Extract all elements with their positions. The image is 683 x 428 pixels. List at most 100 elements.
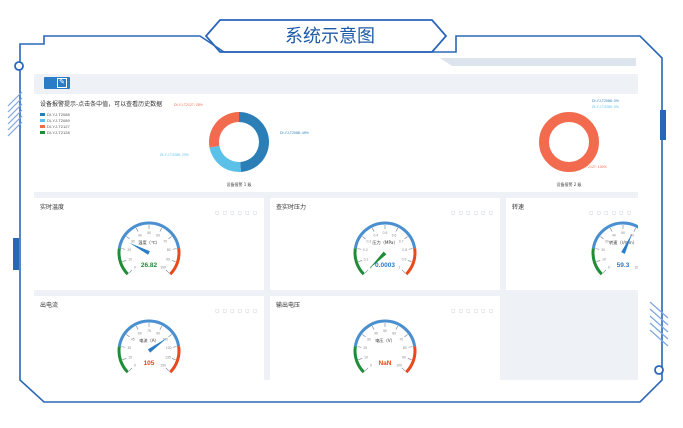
gauge-tick: [364, 367, 369, 372]
gauge-pressure: 00.10.20.30.40.50.60.70.80.91压力（MPa）0.00…: [353, 221, 417, 276]
panel-toolbar-icons[interactable]: ◻ ◻ ◻ ◻ ◻ ◻: [451, 210, 494, 216]
gauge-panel-pressure: 查实时压力 ◻ ◻ ◻ ◻ ◻ ◻ 0 0.1 0.2 0.3 0.4 0.5 0.6 0.7…: [270, 198, 500, 290]
gauge-tick-label: 0: [370, 363, 372, 367]
gauge-tick: [596, 260, 601, 262]
gauge-tick-label: 135: [165, 355, 171, 359]
gauge-tick: [633, 227, 636, 232]
gauge-tick: [121, 248, 126, 250]
donut-slice[interactable]: [539, 112, 599, 172]
gauge-tick-label: 0.1: [364, 257, 369, 261]
panel-toolbar-icons[interactable]: ◻ ◻ ◻ ◻ ◻ ◻: [451, 308, 494, 314]
gauge-value: 0.0003: [375, 262, 395, 269]
gauge-tick-label: 10: [602, 257, 606, 261]
tab-bar: ✎: [34, 74, 638, 92]
gauge-tick-label: 70: [399, 337, 403, 341]
gauge-tick: [595, 248, 600, 250]
gauge-tick-label: 0.4: [374, 233, 379, 237]
gauge-tick-label: 30: [127, 346, 131, 350]
gauge-tick-label: 0.5: [383, 231, 388, 235]
gauge-tick: [136, 227, 139, 232]
legend-item[interactable]: DI-YJ-T2128: [40, 130, 70, 136]
gauge-tick: [122, 358, 127, 360]
gauge-tick: [165, 367, 170, 372]
panel-toolbar-icons[interactable]: ◻ ◻ ◻ ◻ ◻ ◻: [215, 210, 258, 216]
gauge-panel-title: 输出电压: [276, 302, 301, 309]
gauge-tick: [395, 227, 398, 232]
gauge-speed: 0102030405060708090100转速（r/min）59.3: [591, 221, 638, 276]
gauge-value: 59.3: [617, 262, 630, 269]
edit-icon[interactable]: ✎: [57, 78, 67, 88]
gauge-panel-speed: 转速 ◻ ◻ ◻ ◻ ◻ ◻ 0 10 20 30 40 50 60 70 80 90 100 转速（…: [506, 198, 638, 290]
gauge-tick: [165, 269, 170, 274]
panel-toolbar-icons[interactable]: ◻ ◻ ◻ ◻ ◻ ◻: [215, 308, 258, 314]
overview-title: 设备报警提示-点击条中值，可以查看历史数据: [40, 101, 163, 108]
gauge-unit-label: 压力（MPa）: [372, 239, 397, 246]
donut-slice[interactable]: [239, 112, 270, 172]
legend-label: DI-YJ-T2088: [47, 112, 70, 117]
gauge-tick-label: 0: [134, 363, 136, 367]
donut-slice-label: DI-YJ-T2127: 100%: [576, 165, 607, 169]
gauge-tick-label: 60: [392, 331, 396, 335]
gauge-tick: [407, 260, 412, 262]
gauge-tick: [159, 227, 162, 232]
gauge-tick: [168, 334, 172, 338]
gauge-tick-label: 80: [403, 346, 407, 350]
legend-swatch: [40, 125, 45, 129]
gauge-unit-label: 电压（V）: [375, 337, 395, 344]
gauge-tick-label: 10: [364, 355, 368, 359]
donut-slice-label: DI-YJ-T2088: 0%: [592, 99, 619, 103]
gauge-tick: [358, 260, 363, 262]
panel-toolbar-icons[interactable]: ◻ ◻ ◻ ◻ ◻ ◻: [589, 210, 632, 216]
gauge-voltage: 010 20 3040 50 6070 80 90100 电压（V） NaN: [353, 319, 417, 374]
gauge-unit-label: 转速（r/min）: [609, 239, 637, 246]
gauge-tick: [401, 367, 406, 372]
gauge-tick-label: 100: [160, 265, 166, 269]
gauge-tick: [159, 325, 162, 330]
legend-swatch: [40, 131, 45, 135]
donut-slice-label: DI-YJ-T2089: 0%: [592, 105, 619, 109]
gauge-tick-label: 20: [601, 248, 605, 252]
gauge-tick: [126, 334, 130, 338]
gauge-tick: [357, 346, 362, 348]
donut-slice-label: DI-YJ-T2127: 28%: [174, 103, 203, 107]
gauge-panel-temperature: 实时温度 ◻ ◻ ◻ ◻ ◻ ◻ 0 10 20 30 40 50 60 70 80 90 100 温…: [34, 198, 264, 290]
legend-swatch: [40, 113, 45, 117]
dashboard: ✎ 设备报警提示-点击条中值，可以查看历史数据 DI-YJ-T2088 DI-Y…: [34, 74, 638, 380]
gauge-tick: [404, 334, 408, 338]
gauge-tick: [128, 367, 133, 372]
gauge-tick-label: 40: [612, 233, 616, 237]
gauge-tick: [362, 334, 366, 338]
gauge-tick-label: 90: [402, 355, 406, 359]
gauge-tick-label: 100: [634, 265, 638, 269]
gauge-tick-label: 50: [147, 231, 151, 235]
alarm-overview-panel: 设备报警提示-点击条中值，可以查看历史数据 DI-YJ-T2088 DI-YJ-…: [34, 94, 638, 192]
gauge-tick-label: 1: [398, 265, 400, 269]
legend-label: DI-YJ-T2128: [47, 130, 70, 135]
gauge-tick-label: 80: [167, 248, 171, 252]
gauge-tick-label: 70: [163, 239, 167, 243]
gauge-tick-label: 0.7: [399, 239, 404, 243]
gauge-tick: [128, 269, 133, 274]
legend-label: DI-YJ-T2127: [47, 124, 70, 129]
alarm-donut-chart-2[interactable]: DI-YJ-T2088: 0% DI-YJ-T2089: 0% DI-YJ-T212…: [484, 94, 638, 190]
donut-slice[interactable]: [209, 112, 239, 148]
alarm-donut-chart-1[interactable]: DI-YJ-T2088: 49% DI-YJ-T2089: 23% DI-YJ-T2…: [154, 94, 324, 190]
gauge-current: 0153045607590105120135150电流（A）105: [117, 319, 181, 374]
gauge-tick: [357, 248, 362, 250]
gauge-panel-current: 出电流 ◻ ◻ ◻ ◻ ◻ ◻ 015 30 4560 75 90 105 120 135 15…: [34, 296, 264, 380]
gauge-tick-label: 90: [156, 331, 160, 335]
gauge-panel-title: 实时温度: [40, 204, 65, 211]
gauge-tick-label: 50: [383, 329, 387, 333]
gauge-tick-label: 60: [138, 331, 142, 335]
donut-caption: 设备报警 1 级: [226, 181, 251, 187]
gauge-tick-label: 150: [160, 363, 166, 367]
gauge-tick: [121, 346, 126, 348]
gauge-tick-label: 40: [374, 331, 378, 335]
gauge-tick: [372, 227, 375, 232]
gauge-tick: [401, 269, 406, 274]
gauge-tick-label: 70: [637, 239, 638, 243]
dashboard-tab[interactable]: ✎: [44, 77, 70, 89]
overview-legend: DI-YJ-T2088 DI-YJ-T2089 DI-YJ-T2127 DI-Y…: [40, 112, 70, 136]
donut-slice[interactable]: [209, 145, 241, 172]
legend-swatch: [40, 119, 45, 123]
